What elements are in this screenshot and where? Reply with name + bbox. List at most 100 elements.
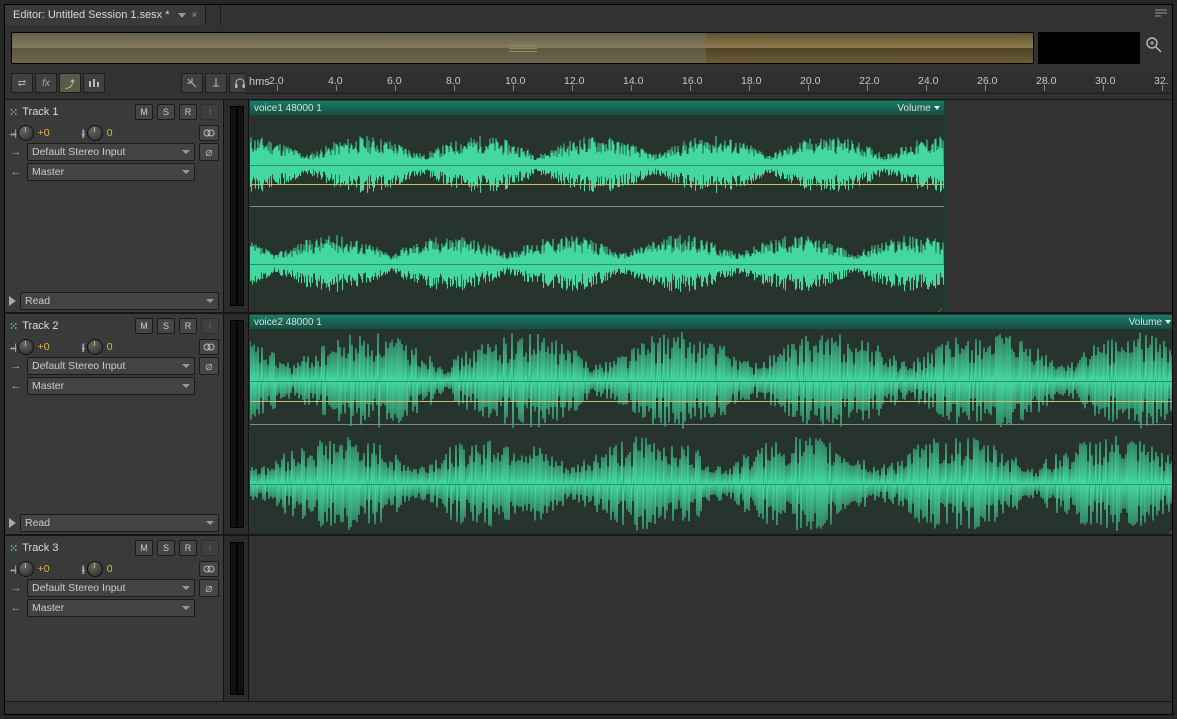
volume-meter-icon: ₊₊₊| bbox=[9, 342, 14, 353]
input-dropdown[interactable]: Default Stereo Input bbox=[27, 579, 195, 597]
monitor-input-button[interactable]: I bbox=[201, 104, 219, 120]
ruler-tick: 4.0 bbox=[336, 73, 351, 85]
clip-header[interactable]: voice2 48000 1Volume bbox=[250, 315, 1172, 330]
track-name[interactable]: Track 2 bbox=[22, 320, 131, 332]
ruler-unit-label: hms bbox=[249, 76, 270, 88]
automation-mode-dropdown[interactable]: Read bbox=[20, 292, 219, 310]
tool-fx[interactable]: fx bbox=[35, 73, 57, 93]
ruler-tick: 14.0 bbox=[631, 73, 651, 85]
output-dropdown[interactable]: Master bbox=[27, 599, 195, 617]
track-clip-area[interactable] bbox=[249, 536, 1172, 701]
input-options-button[interactable]: ⌀ bbox=[199, 143, 219, 161]
clip-label: voice1 48000 1 bbox=[254, 103, 322, 114]
pan-knob[interactable] bbox=[87, 125, 103, 141]
track-meter bbox=[224, 536, 249, 701]
volume-value[interactable]: +0 bbox=[38, 563, 62, 575]
track-header: ⁙Track 3MSRI₊₊₊|+0|₊|0→Default Stereo In… bbox=[5, 536, 224, 701]
track-clip-area[interactable]: voice2 48000 1Volume bbox=[249, 314, 1172, 534]
clip-param-menu[interactable]: Volume bbox=[1129, 317, 1171, 328]
stereo-monitor-icon[interactable] bbox=[199, 125, 219, 141]
input-dropdown[interactable]: Default Stereo Input bbox=[27, 143, 195, 161]
zoom-tool-icon[interactable] bbox=[1144, 35, 1166, 57]
mute-button[interactable]: M bbox=[135, 318, 153, 334]
pan-knob[interactable] bbox=[87, 339, 103, 355]
input-options-button[interactable]: ⌀ bbox=[199, 579, 219, 597]
automation-mode-dropdown[interactable]: Read bbox=[20, 514, 219, 532]
ruler-tick: 28.0 bbox=[1044, 73, 1064, 85]
track-name[interactable]: Track 3 bbox=[22, 542, 131, 554]
track-clip-area[interactable]: voice1 48000 1 Volume bbox=[249, 100, 1172, 312]
input-arrow-icon: → bbox=[9, 145, 23, 159]
automation-lane-toggle[interactable] bbox=[9, 518, 16, 528]
tool-sends[interactable]: ⤴ bbox=[59, 73, 81, 93]
solo-button[interactable]: S bbox=[157, 318, 175, 334]
editor-tab[interactable]: Editor: Untitled Session 1.sesx * × bbox=[5, 5, 206, 25]
input-arrow-icon: → bbox=[9, 581, 23, 595]
clip-header[interactable]: voice1 48000 1 Volume bbox=[250, 101, 944, 116]
ruler-tick: 22.0 bbox=[867, 73, 887, 85]
ruler-tick: 8.0 bbox=[454, 73, 469, 85]
ruler-tick: 12.0 bbox=[572, 73, 592, 85]
stereo-monitor-icon[interactable] bbox=[199, 561, 219, 577]
panel-tab-bar: Editor: Untitled Session 1.sesx * × bbox=[5, 5, 1172, 25]
track-meter bbox=[224, 314, 249, 534]
audio-clip[interactable]: voice2 48000 1Volume bbox=[249, 314, 1172, 534]
ruler-tick: 2.0 bbox=[277, 73, 292, 85]
track-panel-toolbar: ⇄ fx ⤴ bbox=[5, 73, 251, 93]
track-row: ⁙Track 1MSRI₊₊₊|+0|₊|0→Default Stereo In… bbox=[5, 99, 1172, 313]
record-arm-button[interactable]: R bbox=[179, 104, 197, 120]
record-arm-button[interactable]: R bbox=[179, 318, 197, 334]
volume-meter-icon: ₊₊₊| bbox=[9, 128, 14, 139]
clip-resize-handle[interactable] bbox=[932, 299, 942, 309]
pan-meter-icon: |₊| bbox=[82, 342, 83, 353]
volume-value[interactable]: +0 bbox=[38, 127, 62, 139]
audio-clip[interactable]: voice1 48000 1 Volume bbox=[249, 100, 945, 312]
volume-knob[interactable] bbox=[18, 561, 34, 577]
tab-dropdown-icon[interactable] bbox=[178, 13, 186, 18]
track-type-icon: ⁙ bbox=[9, 542, 18, 555]
track-meter bbox=[224, 100, 249, 312]
mute-button[interactable]: M bbox=[135, 104, 153, 120]
track-name[interactable]: Track 1 bbox=[22, 106, 131, 118]
output-dropdown[interactable]: Master bbox=[27, 377, 195, 395]
overview-scrollbar[interactable] bbox=[11, 32, 1034, 64]
solo-button[interactable]: S bbox=[157, 104, 175, 120]
new-tab-button[interactable] bbox=[206, 5, 221, 25]
ruler-tick: 26.0 bbox=[985, 73, 1005, 85]
pan-knob[interactable] bbox=[87, 561, 103, 577]
volume-knob[interactable] bbox=[18, 125, 34, 141]
ruler-tick: 32. bbox=[1162, 73, 1172, 85]
tool-hud-toggle[interactable]: ⇄ bbox=[11, 73, 33, 93]
track-row: ⁙Track 3MSRI₊₊₊|+0|₊|0→Default Stereo In… bbox=[5, 535, 1172, 702]
ruler-tick: 30.0 bbox=[1103, 73, 1123, 85]
output-dropdown[interactable]: Master bbox=[27, 163, 195, 181]
output-arrow-icon: ← bbox=[9, 601, 23, 615]
tool-eq[interactable] bbox=[83, 73, 105, 93]
tool-snapping[interactable] bbox=[181, 73, 203, 93]
pan-value[interactable]: 0 bbox=[107, 341, 131, 353]
overview-strip bbox=[11, 29, 1166, 65]
monitor-input-button[interactable]: I bbox=[201, 318, 219, 334]
panel-menu-icon[interactable] bbox=[1154, 8, 1168, 20]
tool-playhead[interactable] bbox=[205, 73, 227, 93]
record-arm-button[interactable]: R bbox=[179, 540, 197, 556]
close-icon[interactable]: × bbox=[192, 10, 198, 21]
volume-knob[interactable] bbox=[18, 339, 34, 355]
editor-tab-label: Editor: Untitled Session 1.sesx * bbox=[13, 9, 170, 21]
ruler-tick: 18.0 bbox=[749, 73, 769, 85]
tracks-area: ⁙Track 1MSRI₊₊₊|+0|₊|0→Default Stereo In… bbox=[5, 99, 1172, 714]
ruler-tick: 20.0 bbox=[808, 73, 828, 85]
monitor-input-button[interactable]: I bbox=[201, 540, 219, 556]
pan-value[interactable]: 0 bbox=[107, 127, 131, 139]
clip-param-menu[interactable]: Volume bbox=[897, 103, 939, 114]
pan-value[interactable]: 0 bbox=[107, 563, 131, 575]
input-dropdown[interactable]: Default Stereo Input bbox=[27, 357, 195, 375]
automation-lane-toggle[interactable] bbox=[9, 296, 16, 306]
stereo-monitor-icon[interactable] bbox=[199, 339, 219, 355]
solo-button[interactable]: S bbox=[157, 540, 175, 556]
clip-resize-handle[interactable] bbox=[1163, 521, 1172, 531]
volume-value[interactable]: +0 bbox=[38, 341, 62, 353]
mute-button[interactable]: M bbox=[135, 540, 153, 556]
timeline-ruler[interactable]: hms 2.04.06.08.010.012.014.016.018.020.0… bbox=[245, 73, 1172, 94]
input-options-button[interactable]: ⌀ bbox=[199, 357, 219, 375]
